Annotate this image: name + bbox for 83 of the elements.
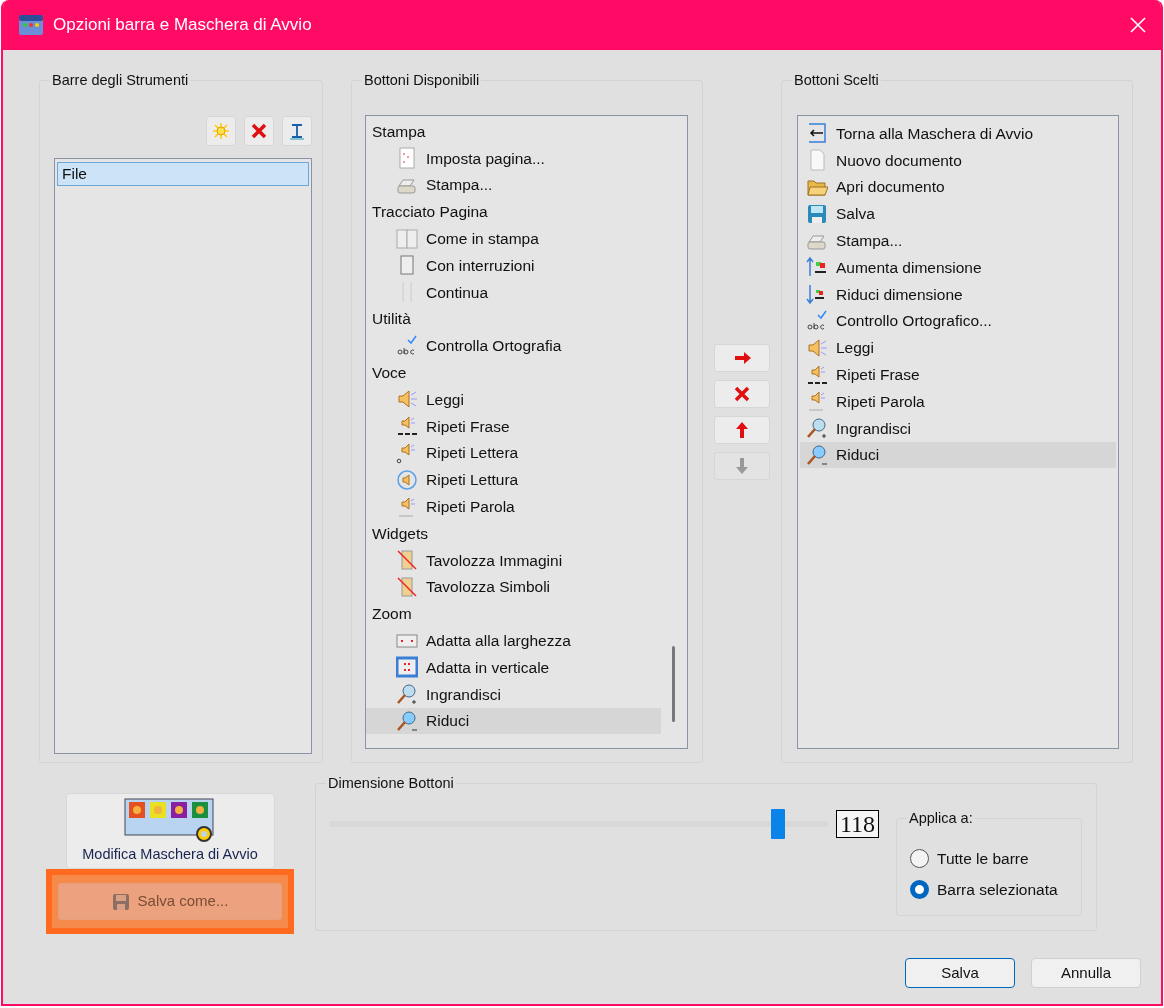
move-button[interactable]: [714, 416, 770, 444]
startup-mask-button[interactable]: Modifica Maschera di Avvio: [65, 793, 275, 869]
list-item[interactable]: Leggi: [366, 385, 661, 413]
group-header: Widgets: [371, 523, 429, 544]
back-arrow-icon: [806, 122, 828, 145]
list-item[interactable]: Aumenta dimensione: [800, 254, 1116, 281]
list-item[interactable]: Controlla Ortografia: [366, 332, 661, 360]
spell-check-icon: [396, 334, 418, 357]
up-arrow-icon: [733, 421, 751, 439]
spell-check-icon: [806, 309, 828, 332]
list-item[interactable]: Come in stampa: [366, 225, 661, 252]
slider-thumb[interactable]: [771, 809, 786, 839]
list-item[interactable]: Ripeti Lettura: [366, 466, 661, 494]
group-header: Voce: [371, 362, 408, 383]
group-title: Barre degli Strumenti: [50, 71, 191, 89]
speaker-icon: [396, 388, 418, 411]
list-item[interactable]: Riduci: [366, 707, 661, 735]
two-pages-icon: [396, 227, 418, 250]
list-item[interactable]: Adatta alla larghezza: [366, 627, 661, 654]
delete-icon: [250, 122, 268, 140]
dialog-button[interactable]: Salva: [905, 958, 1015, 988]
radio-option[interactable]: Tutte le barre: [910, 847, 1058, 871]
list-item[interactable]: Nuovo documento: [800, 146, 1116, 174]
speaker-icon: [396, 441, 418, 464]
list-item[interactable]: Ripeti Lettera: [366, 439, 661, 467]
window-title: Opzioni barra e Maschera di Avvio: [53, 14, 312, 37]
zoom-out-icon: [396, 709, 418, 732]
list-item[interactable]: Ripeti Frase: [800, 361, 1116, 388]
zoom-out-icon: [806, 443, 828, 466]
group-header: Utilità: [371, 309, 412, 330]
dialog-button[interactable]: Annulla: [1031, 958, 1141, 988]
crossed-palette-icon: [396, 575, 418, 598]
fit-height-icon: [396, 656, 418, 679]
crossed-palette-icon: [396, 549, 418, 572]
move-button[interactable]: [714, 344, 770, 372]
list-item[interactable]: Apri documento: [800, 173, 1116, 201]
list-item[interactable]: Riduci: [800, 441, 1116, 469]
speaker-icon: [806, 336, 828, 359]
list-item[interactable]: Continua: [366, 278, 661, 306]
list-item[interactable]: Leggi: [800, 334, 1116, 362]
speaker-icon: [396, 415, 418, 438]
list-item[interactable]: Tavolozza Immagini: [366, 546, 661, 574]
right-arrow-icon: [733, 349, 751, 367]
group-title: Bottoni Disponibili: [362, 71, 482, 89]
list-item[interactable]: Con interruzioni: [366, 252, 661, 279]
list-item[interactable]: Stampa...: [800, 227, 1116, 254]
list-item[interactable]: Controllo Ortografico...: [800, 307, 1116, 335]
list-item[interactable]: Adatta in verticale: [366, 653, 661, 681]
toolbar-button[interactable]: [282, 116, 312, 146]
zoom-in-icon: [396, 683, 418, 706]
delete-icon: [733, 385, 751, 403]
pictures-gear-icon: [124, 798, 216, 844]
speaker-icon: [396, 495, 418, 518]
speaker-icon: [806, 363, 828, 386]
save-as-button[interactable]: Salva come...: [58, 883, 282, 920]
speaker-icon: [396, 468, 418, 491]
zoom-in-icon: [806, 417, 828, 440]
list-item[interactable]: Torna alla Maschera di Avvio: [800, 120, 1116, 147]
scrollbar-thumb[interactable]: [672, 646, 675, 722]
list-item[interactable]: Imposta pagina...: [366, 144, 661, 172]
group-header: Stampa: [371, 121, 427, 142]
list-item[interactable]: Tavolozza Simboli: [366, 573, 661, 601]
list-item[interactable]: File: [57, 162, 309, 186]
group-title: Applica a:: [907, 809, 975, 827]
list-item[interactable]: Ripeti Parola: [800, 387, 1116, 415]
size-value: 118: [836, 810, 880, 838]
toolbar-button[interactable]: [244, 116, 274, 146]
size-up-icon: [806, 256, 828, 279]
move-button[interactable]: [714, 380, 770, 408]
app-icon: [19, 14, 43, 36]
list-item[interactable]: Ingrandisci: [800, 414, 1116, 442]
list-item[interactable]: Riduci dimensione: [800, 280, 1116, 308]
list-item[interactable]: Stampa...: [366, 171, 661, 199]
list-item[interactable]: Ripeti Frase: [366, 412, 661, 440]
list-item[interactable]: Ingrandisci: [366, 680, 661, 708]
list-item[interactable]: Ripeti Parola: [366, 493, 661, 520]
down-arrow-icon: [733, 457, 751, 475]
speaker-icon: [806, 390, 828, 413]
group-header: Zoom: [371, 604, 413, 625]
group-header: Tracciato Pagina: [371, 202, 489, 223]
radio-option[interactable]: Barra selezionata: [910, 878, 1058, 902]
close-icon: [1130, 17, 1146, 33]
list-item[interactable]: Salva: [800, 200, 1116, 228]
